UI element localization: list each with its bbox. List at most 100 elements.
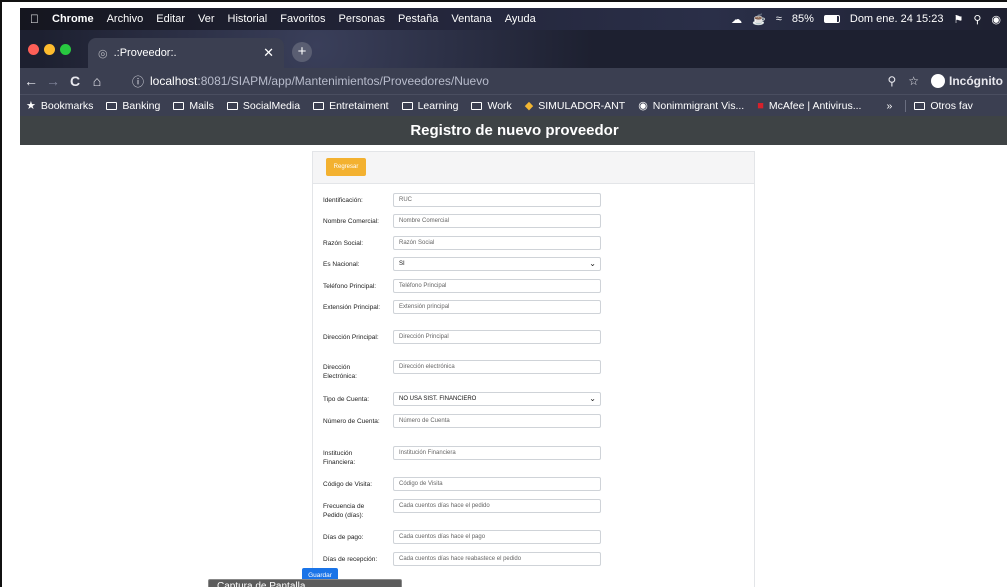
bookmark-nonimmigrant-visa[interactable]: ◉ Nonimmigrant Vis... [638, 99, 745, 113]
menu-historial[interactable]: Historial [228, 13, 268, 25]
field-label: Frecuencia de Pedido (días): [323, 503, 365, 519]
address-bar[interactable]: ⓘ localhost:8081/SIAPM/app/Mantenimiento… [132, 71, 892, 91]
tipo-cuenta-select[interactable]: NO USA SIST. FINANCIERO ⌄ [393, 392, 601, 406]
wifi-icon[interactable]: ≈ [776, 13, 782, 25]
nombre-comercial-input[interactable]: Nombre Comercial [393, 214, 601, 228]
folder-icon [471, 101, 483, 110]
browser-tab-strip: ◎ .:Proveedor:. ✕ + [20, 30, 1007, 68]
bookmark-label: Mails [189, 99, 214, 112]
dias-pago-input[interactable]: Cada cuentos días hace el pago [393, 530, 601, 544]
bookmark-socialmedia[interactable]: SocialMedia [226, 100, 300, 112]
home-icon[interactable]: ⌂ [86, 73, 108, 89]
field-label: Dirección Electrónica: [323, 364, 357, 380]
menu-personas[interactable]: Personas [339, 13, 385, 25]
bookmark-entretaiment[interactable]: Entretaiment [313, 100, 389, 112]
back-arrow-icon[interactable]: ← [20, 73, 42, 89]
apple-logo-icon[interactable]:  [30, 12, 39, 26]
tab-close-icon[interactable]: ✕ [263, 45, 274, 61]
reload-icon[interactable]: C [64, 73, 86, 89]
window-minimize-button[interactable] [44, 44, 55, 55]
folder-icon [106, 101, 118, 110]
chevron-down-icon: ⌄ [589, 394, 596, 403]
window-close-button[interactable] [28, 44, 39, 55]
direccion-principal-input[interactable]: Dirección Principal [393, 330, 601, 344]
site-icon: ◆ [524, 100, 534, 112]
field-label: Tipo de Cuenta: [323, 396, 370, 403]
extension-principal-input[interactable]: Extensión principal [393, 300, 601, 314]
forward-arrow-icon[interactable]: → [42, 73, 64, 89]
new-tab-button[interactable]: + [292, 42, 312, 62]
menu-archivo[interactable]: Archivo [107, 13, 144, 25]
incognito-icon[interactable] [931, 74, 945, 88]
dias-recepcion-input[interactable]: Cada cuentos días hace reabastece el ped… [393, 552, 601, 566]
bookmark-star-icon[interactable]: ☆ [908, 74, 919, 88]
menu-ventana[interactable]: Ventana [451, 13, 491, 25]
folder-icon [914, 101, 926, 110]
field-label: Teléfono Principal: [323, 283, 377, 290]
bookmark-other[interactable]: Otros fav [905, 99, 973, 112]
codigo-visita-input[interactable]: Código de Visita [393, 477, 601, 491]
menu-favoritos[interactable]: Favoritos [280, 13, 325, 25]
bookmark-label: Entretaiment [329, 99, 389, 112]
numero-cuenta-input[interactable]: Número de Cuenta [393, 414, 601, 428]
bookmark-label: Learning [417, 99, 459, 112]
site-icon: ◉ [638, 100, 648, 112]
bookmark-learning[interactable]: Learning [401, 99, 459, 112]
back-button[interactable]: Regresar [326, 158, 366, 176]
macos-menubar:  Chrome Archivo Editar Ver Historial Fa… [20, 8, 1007, 30]
battery-icon[interactable] [823, 15, 840, 23]
field-label: Número de Cuenta: [323, 418, 380, 425]
clock[interactable]: Dom ene. 24 15:23 [850, 13, 944, 25]
menu-pestana[interactable]: Pestaña [398, 13, 438, 25]
bookmark-mcafee[interactable]: ■ McAfee | Antivirus... [757, 100, 861, 112]
bookmark-label: Work [487, 99, 512, 112]
razon-social-input[interactable]: Razón Social [393, 236, 601, 250]
field-label: Identificación: [323, 197, 363, 204]
app-status-icon[interactable]: ☕ [752, 13, 766, 26]
field-label: Días de recepción: [323, 556, 378, 563]
page-title: Registro de nuevo proveedor [20, 116, 1007, 145]
institucion-financiera-input[interactable]: Institución Financiera [393, 446, 601, 460]
bookmark-label: Otros fav [930, 99, 973, 112]
battery-percent[interactable]: 85% [792, 13, 814, 25]
bookmark-label: Nonimmigrant Vis... [652, 99, 745, 112]
menu-editar[interactable]: Editar [156, 13, 185, 25]
url-host: localhost [150, 74, 198, 88]
incognito-label[interactable]: Incógnito [949, 74, 1003, 88]
url-path: :8081/SIAPM/app/Mantenimientos/Proveedor… [197, 74, 489, 88]
cloud-icon[interactable]: ☁ [731, 13, 742, 26]
bookmark-work[interactable]: Work [471, 99, 512, 112]
menu-chrome[interactable]: Chrome [52, 13, 94, 25]
select-value: NO USA SIST. FINANCIERO [399, 396, 477, 402]
siri-icon[interactable]: ◉ [991, 13, 1001, 26]
bookmarks-bar: ★ Bookmarks Banking Mails SocialMedia Ent… [20, 94, 1007, 116]
field-label: Días de pago: [323, 534, 364, 541]
identificacion-input[interactable]: RUC [393, 193, 601, 207]
frecuencia-pedido-input[interactable]: Cada cuentos días hace el pedido [393, 499, 601, 513]
provider-form-card: Regresar Identificación: RUC Nombre Come… [312, 151, 755, 587]
site-info-icon[interactable]: ⓘ [132, 73, 144, 90]
bookmark-simulador-ant[interactable]: ◆ SIMULADOR-ANT [524, 99, 625, 113]
star-icon: ★ [26, 100, 36, 112]
browser-tab[interactable]: ◎ .:Proveedor:. ✕ [88, 38, 284, 68]
bookmark-label: Bookmarks [40, 99, 94, 112]
menu-ayuda[interactable]: Ayuda [505, 13, 536, 25]
menu-ver[interactable]: Ver [198, 13, 215, 25]
direccion-electronica-input[interactable]: Dirección electrónica [393, 360, 601, 374]
window-zoom-button[interactable] [60, 44, 71, 55]
bookmarks-overflow-button[interactable]: » [886, 100, 892, 112]
spotlight-search-icon[interactable]: ⚲ [973, 13, 981, 26]
bookmark-banking[interactable]: Banking [106, 100, 160, 112]
bookmark-bookmarks[interactable]: ★ Bookmarks [26, 99, 94, 113]
es-nacional-select[interactable]: SI ⌄ [393, 257, 601, 271]
screenshot-tooltip: Captura de Pantalla [208, 579, 402, 587]
flag-icon[interactable]: ⚑ [953, 13, 963, 26]
folder-icon [226, 101, 238, 110]
browser-toolbar: ← → C ⌂ ⓘ localhost:8081/SIAPM/app/Mante… [20, 68, 1007, 94]
telefono-principal-input[interactable]: Teléfono Principal [393, 279, 601, 293]
zoom-search-icon[interactable]: ⚲ [887, 74, 896, 88]
bookmark-mails[interactable]: Mails [173, 100, 214, 112]
folder-icon [173, 101, 185, 110]
field-label: Dirección Principal: [323, 334, 379, 341]
field-label: Código de Visita: [323, 481, 373, 488]
